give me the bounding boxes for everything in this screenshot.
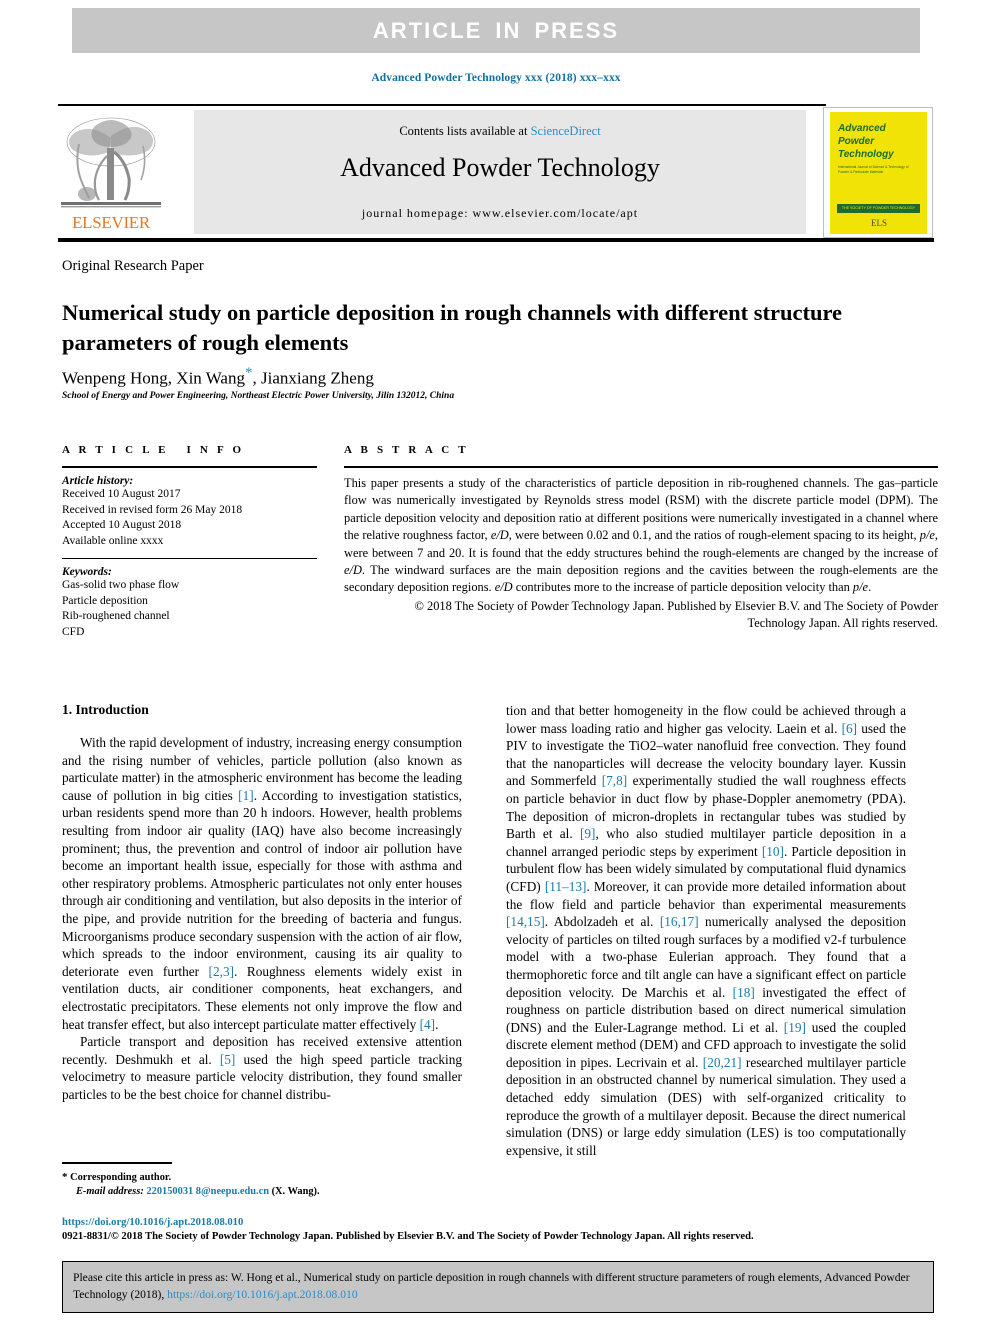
keyword-item: Gas-solid two phase flow bbox=[62, 579, 180, 591]
para-seg: researched multilayer particle depositio… bbox=[506, 1054, 906, 1158]
abstract-var: e/D bbox=[494, 580, 513, 595]
citation-ref[interactable]: [5] bbox=[220, 1052, 236, 1067]
abstract-var: e/D bbox=[490, 528, 509, 543]
journal-cover-thumbnail[interactable]: Advanced Powder Technology International J… bbox=[823, 107, 933, 238]
citation-ref[interactable]: [4] bbox=[420, 1017, 436, 1032]
citation-ref[interactable]: [11–13] bbox=[545, 879, 587, 894]
elsevier-logo: ELSEVIER bbox=[59, 108, 163, 236]
abstract-text: This paper presents a study of the chara… bbox=[344, 475, 938, 597]
body-column-right: tion and that better homogeneity in the … bbox=[506, 702, 906, 1159]
masthead-top-rule bbox=[58, 104, 826, 106]
article-history-label: Article history: bbox=[62, 475, 134, 487]
cover-elsevier-logo: ELS bbox=[870, 218, 887, 228]
citation-ref[interactable]: [16,17] bbox=[660, 914, 699, 929]
footnote-email-line: E-mail address: 220150031 8@neepu.edu.cn… bbox=[62, 1185, 462, 1199]
cover-title: Advanced Powder Technology bbox=[838, 123, 894, 160]
cite-text: Please cite this article in press as: W.… bbox=[73, 1270, 923, 1303]
citation-ref[interactable]: [2,3] bbox=[209, 964, 234, 979]
citation-ref[interactable]: [9] bbox=[580, 826, 596, 841]
abstract-heading: A B S T R A C T bbox=[344, 444, 469, 456]
article-history-item: Available online xxxx bbox=[62, 534, 164, 547]
citation-ref[interactable]: [1] bbox=[238, 788, 254, 803]
citation-ref[interactable]: [10] bbox=[762, 844, 784, 859]
abstract-var: e/D bbox=[344, 563, 362, 578]
email-label: E-mail address: bbox=[76, 1185, 144, 1197]
email-suffix: (X. Wang). bbox=[269, 1185, 320, 1197]
article-history-item: Accepted 10 August 2018 bbox=[62, 519, 182, 531]
citation-ref[interactable]: [6] bbox=[842, 721, 858, 736]
section-heading-introduction: 1. Introduction bbox=[62, 702, 149, 717]
abstract-copyright: © 2018 The Society of Powder Technology … bbox=[344, 598, 939, 633]
paragraph: tion and that better homogeneity in the … bbox=[506, 702, 906, 1159]
page-title: Numerical study on particle deposition i… bbox=[62, 300, 843, 356]
journal-masthead: ELSEVIER Contents lists available at Sci… bbox=[58, 104, 934, 242]
footnote-corresponding-text: Corresponding author. bbox=[67, 1171, 172, 1183]
abstract-var: p/e bbox=[919, 528, 935, 543]
cover-subtitle: International Journal of Science & Techn… bbox=[838, 165, 909, 174]
author-names-pre: Wenpeng Hong, Xin Wang bbox=[62, 368, 245, 388]
journal-reference-line: Advanced Powder Technology xxx (2018) xx… bbox=[371, 72, 621, 84]
cite-doi-link[interactable]: https://doi.org/10.1016/j.apt.2018.08.01… bbox=[167, 1288, 357, 1301]
citation-ref[interactable]: [19] bbox=[784, 1020, 806, 1035]
article-in-press-label: ARTICLE IN PRESS bbox=[372, 17, 620, 43]
author-list: Wenpeng Hong, Xin Wang*, Jianxiang Zheng bbox=[62, 365, 872, 389]
doi-link[interactable]: https://doi.org/10.1016/j.apt.2018.08.01… bbox=[62, 1216, 938, 1230]
cover-society-bar: THE SOCIETY OF POWDER TECHNOLOGY JAPAN bbox=[837, 204, 920, 213]
footnote-corresponding-author: * Corresponding author. bbox=[62, 1170, 462, 1185]
contents-lists-line: Contents lists available at ScienceDirec… bbox=[194, 124, 806, 139]
keyword-item: Particle deposition bbox=[62, 594, 148, 607]
abstract-block: A B S T R A C T This paper presents a st… bbox=[344, 444, 938, 633]
copyright-line-2: Technology Japan. All rights reserved. bbox=[747, 616, 938, 631]
cite-this-article-box: Please cite this article in press as: W.… bbox=[62, 1261, 934, 1313]
article-history-item: Received in revised form 26 May 2018 bbox=[62, 503, 243, 516]
copyright-line-1: © 2018 The Society of Powder Technology … bbox=[414, 598, 939, 613]
cover-art: Advanced Powder Technology International J… bbox=[830, 112, 927, 234]
journal-homepage[interactable]: journal homepage: www.elsevier.com/locat… bbox=[194, 206, 806, 221]
author-names-post: , Jianxiang Zheng bbox=[252, 368, 374, 388]
author-affiliation: School of Energy and Power Engineering, … bbox=[62, 391, 455, 401]
keywords-rule bbox=[62, 558, 317, 559]
elsevier-tree-icon bbox=[61, 117, 161, 208]
keyword-item: Rib-roughened channel bbox=[62, 610, 170, 622]
footnote-rule bbox=[62, 1162, 172, 1164]
email-link[interactable]: 220150031 8@neepu.edu.cn bbox=[146, 1186, 269, 1197]
article-history-item: Received 10 August 2017 bbox=[62, 488, 181, 500]
abstract-var: p/e bbox=[852, 580, 869, 595]
para-seg: . According to investigation statistics,… bbox=[62, 787, 462, 979]
journal-title: Advanced Powder Technology bbox=[340, 153, 660, 182]
paragraph: With the rapid development of industry, … bbox=[62, 734, 462, 1033]
sciencedirect-link[interactable]: ScienceDirect bbox=[531, 124, 601, 138]
citation-ref[interactable]: [7,8] bbox=[602, 773, 627, 788]
para-seg: . Abdolzadeh et al. bbox=[544, 914, 660, 930]
citation-ref[interactable]: [14,15] bbox=[506, 914, 545, 929]
abstract-seg: , were between 0.02 and 0.1, and the rat… bbox=[508, 528, 920, 543]
article-info-heading: A R T I C L E I N F O bbox=[62, 444, 245, 456]
contents-lists-prefix: Contents lists available at bbox=[399, 124, 531, 138]
keywords-label: Keywords: bbox=[62, 566, 112, 578]
masthead-bottom-rule bbox=[58, 238, 934, 242]
sciencedirect-box: Contents lists available at ScienceDirec… bbox=[194, 110, 806, 234]
abstract-rule bbox=[344, 466, 938, 468]
article-in-press-banner: ARTICLE IN PRESS bbox=[72, 8, 920, 53]
elsevier-wordmark: ELSEVIER bbox=[72, 213, 150, 232]
paragraph: Particle transport and deposition has re… bbox=[62, 1033, 462, 1103]
keyword-item: CFD bbox=[62, 625, 85, 638]
citation-ref[interactable]: [18] bbox=[733, 985, 755, 1000]
issn-copyright-line: 0921-8831/© 2018 The Society of Powder T… bbox=[62, 1231, 754, 1242]
footnote-block: * Corresponding author. E-mail address: … bbox=[62, 1162, 462, 1199]
article-info-block: A R T I C L E I N F O Article history: R… bbox=[62, 444, 317, 640]
article-type-kicker: Original Research Paper bbox=[62, 258, 204, 274]
abstract-seg: . bbox=[868, 580, 872, 595]
body-column-left: 1. Introduction With the rapid developme… bbox=[62, 702, 462, 1103]
article-info-rule bbox=[62, 466, 317, 468]
para-seg: . bbox=[435, 1016, 439, 1032]
abstract-seg: contributes more to the increase of part… bbox=[512, 580, 853, 595]
bottom-doi-block: https://doi.org/10.1016/j.apt.2018.08.01… bbox=[62, 1216, 938, 1244]
citation-ref[interactable]: [20,21] bbox=[703, 1055, 742, 1070]
